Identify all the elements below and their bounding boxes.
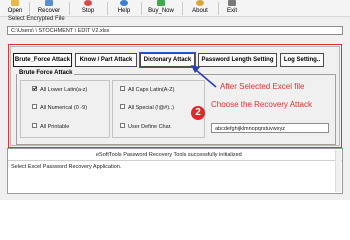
step-badge: 2: [191, 106, 205, 120]
annotation-line-1: After Selected Excel file: [220, 82, 305, 91]
log-scrollbar[interactable]: [335, 150, 341, 192]
log-panel: eSoftTools Password Recovery Tools succe…: [7, 148, 343, 194]
app-window: Open Recover Stop Help Buy_Now About Exi…: [0, 0, 350, 200]
annotation-line-2: Choose the Recovery Attack: [211, 100, 312, 109]
log-message: Select Excel Password Recovery Applicati…: [11, 164, 122, 170]
group-title: Brute Force Attack: [17, 70, 75, 76]
log-header: eSoftTools Password Recovery Tools succe…: [96, 152, 242, 158]
